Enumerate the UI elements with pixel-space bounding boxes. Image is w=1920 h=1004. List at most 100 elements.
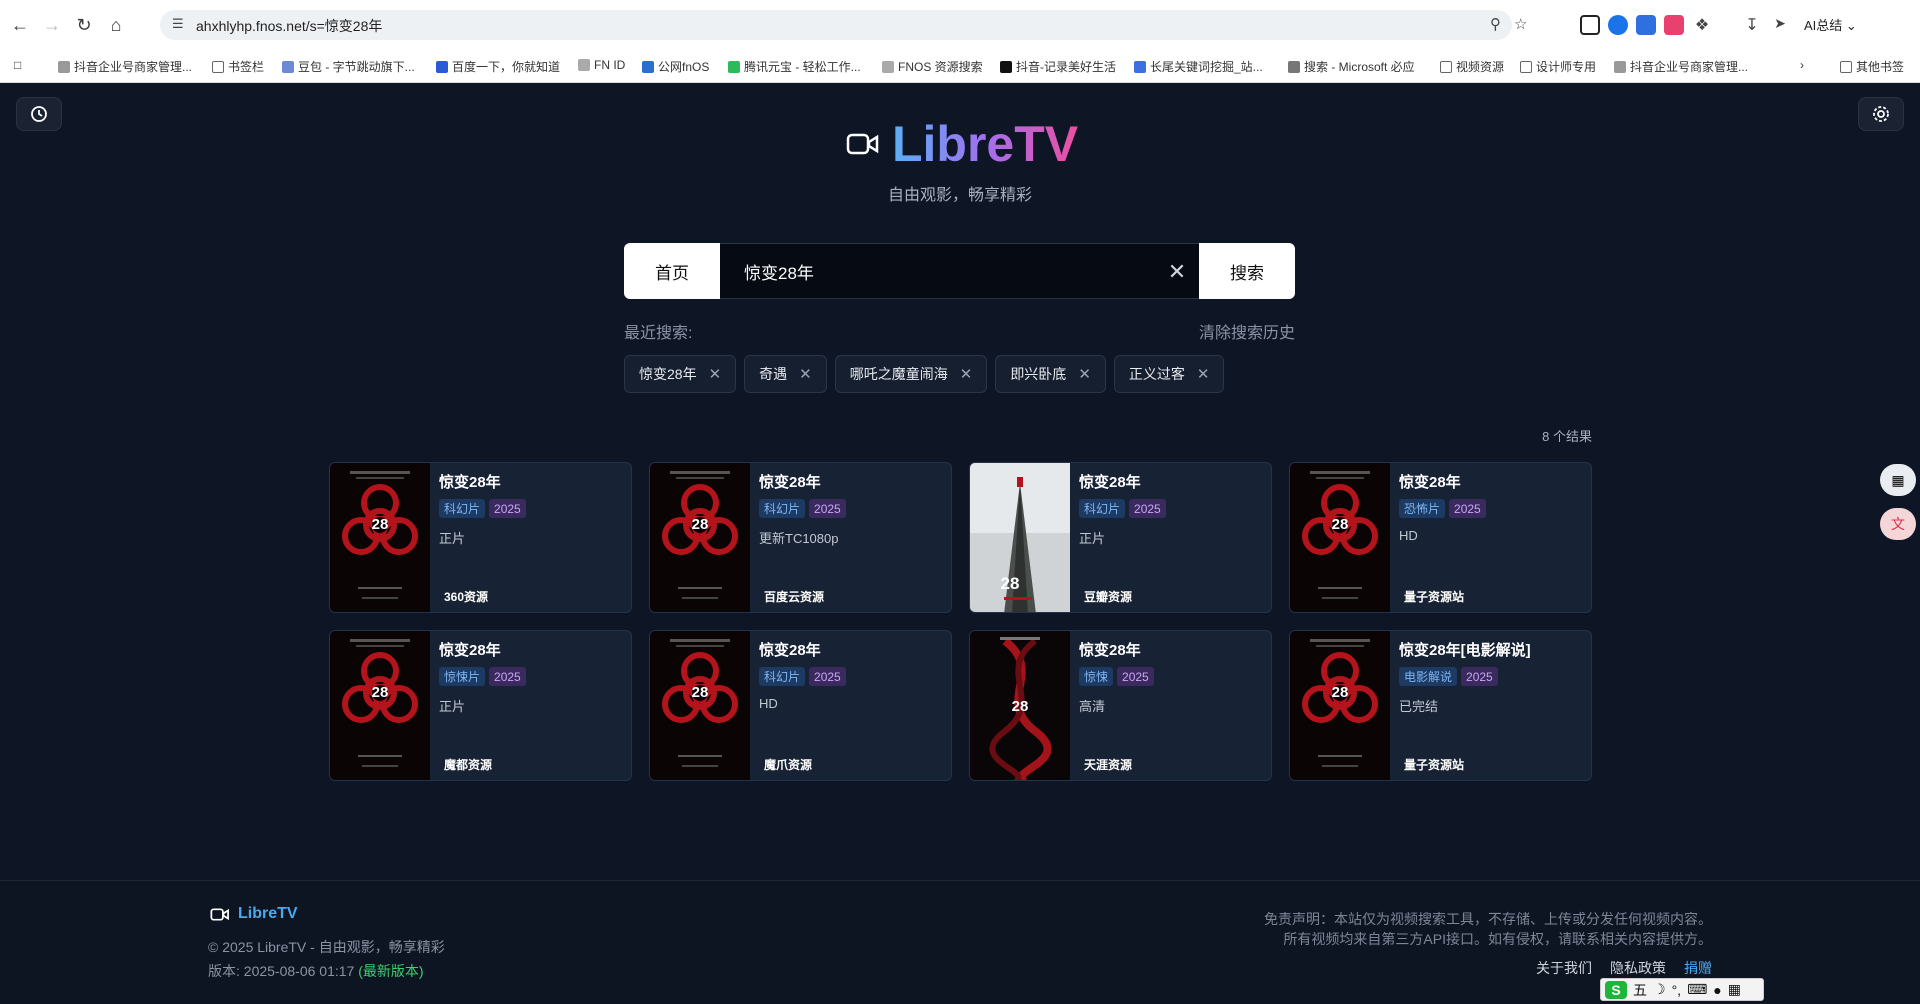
side-apps-icon[interactable]: ▦ bbox=[1880, 464, 1916, 496]
browser-chrome: ← → ↻ ⌂ ☰ ahxhlyhp.fnos.net/s=惊变28年 ⚲ ☆ … bbox=[0, 0, 1920, 83]
grid-icon: ▦ bbox=[1727, 981, 1741, 997]
other-bookmarks[interactable]: 其他书签 bbox=[1840, 58, 1904, 75]
site-info-icon[interactable]: ☰ bbox=[172, 16, 190, 34]
search-input[interactable] bbox=[720, 244, 1199, 298]
bookmark-item[interactable]: FNOS 资源搜索 bbox=[882, 58, 983, 75]
recent-search-tag[interactable]: 哪吒之魔童闹海 ✕ bbox=[834, 355, 988, 393]
card-status: 正片 bbox=[439, 531, 466, 546]
result-count: 8 个结果 bbox=[1542, 429, 1592, 444]
bookmarks-overflow-icon[interactable]: › bbox=[1800, 58, 1804, 72]
year-badge: 2025 bbox=[489, 499, 526, 518]
result-card[interactable]: 28 惊变28年 惊悚 2025 高清 天涯资源 bbox=[969, 630, 1272, 781]
genre-badge: 惊悚 bbox=[1079, 667, 1114, 686]
svg-text:28: 28 bbox=[372, 516, 389, 533]
history-clock-icon bbox=[31, 106, 47, 122]
card-badges: 科幻片 2025 bbox=[1079, 499, 1166, 518]
close-icon[interactable]: ✕ bbox=[709, 365, 722, 383]
result-card[interactable]: 28 惊变28年 科幻片 2025 正片 豆瓣资源 bbox=[969, 462, 1272, 613]
poster-image: 28 bbox=[970, 463, 1070, 612]
svg-text:28: 28 bbox=[1332, 684, 1349, 701]
bookmark-item[interactable]: 豆包 - 字节跳动旗下... bbox=[282, 58, 415, 75]
close-icon[interactable]: ✕ bbox=[960, 365, 973, 383]
home-icon[interactable]: ⌂ bbox=[104, 13, 128, 37]
page-main: LibreTV 自由观影，畅享精彩 首页 ✕ 搜索 最近搜索: 清除搜索历史 惊… bbox=[0, 83, 1920, 880]
result-card[interactable]: 28 惊变28年 恐怖片 2025 HD 量子资源站 bbox=[1289, 462, 1592, 613]
svg-text:28: 28 bbox=[1001, 574, 1020, 593]
settings-button[interactable] bbox=[1858, 97, 1904, 131]
download-icon[interactable]: ↧ bbox=[1742, 15, 1762, 35]
reload-icon[interactable]: ↻ bbox=[72, 13, 96, 37]
about-link[interactable]: 关于我们 bbox=[1536, 958, 1592, 978]
bookmark-item[interactable]: FN ID bbox=[578, 58, 625, 72]
clear-search-icon[interactable]: ✕ bbox=[1165, 259, 1189, 284]
location-icon[interactable]: ⚲ bbox=[1490, 15, 1501, 33]
genre-badge: 科幻片 bbox=[759, 499, 806, 518]
biohazard-poster-art: 28 bbox=[650, 631, 750, 780]
close-icon[interactable]: ✕ bbox=[1197, 365, 1210, 383]
biohazard-poster-art: 28 bbox=[1290, 463, 1390, 612]
extensions-puzzle-icon[interactable]: ❖ bbox=[1692, 15, 1712, 35]
address-bar[interactable]: ☰ ahxhlyhp.fnos.net/s=惊变28年 ⚲ ☆ bbox=[160, 10, 1527, 40]
home-button[interactable]: 首页 bbox=[624, 243, 720, 299]
card-status: HD bbox=[1399, 528, 1418, 543]
recent-search-tag[interactable]: 正义过客 ✕ bbox=[1113, 355, 1225, 393]
ai-summary-button[interactable]: AI总结 ⌄ bbox=[1804, 15, 1857, 34]
recent-search-tag[interactable]: 奇遇 ✕ bbox=[744, 355, 827, 393]
keyboard-icon: ⌨ bbox=[1687, 981, 1708, 997]
footer-logo[interactable]: LibreTV bbox=[210, 905, 298, 923]
card-status: 更新TC1080p bbox=[759, 531, 839, 546]
bookmark-item[interactable]: 腾讯元宝 - 轻松工作... bbox=[728, 58, 861, 75]
search-button[interactable]: 搜索 bbox=[1199, 243, 1295, 299]
extension-pink-icon[interactable] bbox=[1664, 15, 1684, 35]
bookmark-icon bbox=[436, 60, 448, 73]
recent-search-tag[interactable]: 即兴卧底 ✕ bbox=[995, 355, 1106, 393]
bookmarks-sidebar-icon[interactable]: □ bbox=[14, 58, 21, 72]
bookmark-item[interactable]: 百度一下，你就知道 bbox=[436, 58, 560, 75]
donate-link[interactable]: 捐赠 bbox=[1684, 958, 1712, 978]
bookmark-folder[interactable]: 视频资源 bbox=[1440, 58, 1504, 75]
bookmark-icon bbox=[578, 59, 590, 71]
bookmark-folder[interactable]: 设计师专用 bbox=[1520, 58, 1596, 75]
card-source: 百度云资源 bbox=[764, 590, 825, 604]
privacy-link[interactable]: 隐私政策 bbox=[1610, 958, 1666, 978]
poster-image: 28 bbox=[1290, 631, 1390, 780]
punctuation-icon: °, bbox=[1671, 981, 1682, 998]
side-translate-icon[interactable]: 文 bbox=[1880, 508, 1916, 540]
forward-icon[interactable]: → bbox=[40, 13, 64, 37]
qr-code-icon[interactable] bbox=[1580, 15, 1600, 35]
bookmark-icon bbox=[282, 60, 294, 73]
site-logo[interactable]: LibreTV bbox=[846, 115, 1078, 173]
recent-search-tag[interactable]: 惊变28年 ✕ bbox=[624, 355, 737, 393]
send-icon[interactable]: ➤ bbox=[1770, 15, 1790, 35]
ime-toolbar[interactable]: S 五 ☽ °, ⌨ ● ▦ bbox=[1600, 978, 1764, 1001]
extension-blue-icon[interactable] bbox=[1608, 15, 1628, 35]
result-card[interactable]: 28 惊变28年 科幻片 2025 更新TC1080p 百度云资源 bbox=[649, 462, 952, 613]
history-button[interactable] bbox=[16, 97, 62, 131]
result-card[interactable]: 28 惊变28年 惊悚片 2025 正片 魔都资源 bbox=[329, 630, 632, 781]
bookmark-item[interactable]: 搜索 - Microsoft 必应 bbox=[1288, 58, 1415, 75]
close-icon[interactable]: ✕ bbox=[1078, 365, 1091, 383]
bookmark-star-icon[interactable]: ☆ bbox=[1514, 15, 1527, 33]
url-text[interactable]: ahxhlyhp.fnos.net/s=惊变28年 bbox=[196, 16, 382, 36]
dna-poster-art: 28 bbox=[970, 631, 1070, 780]
bookmark-item[interactable]: 抖音-记录美好生活 bbox=[1000, 58, 1116, 75]
clear-history-link[interactable]: 清除搜索历史 bbox=[1199, 319, 1295, 343]
result-card[interactable]: 28 惊变28年 科幻片 2025 正片 360资源 bbox=[329, 462, 632, 613]
card-badges: 科幻片 2025 bbox=[759, 667, 846, 686]
close-icon[interactable]: ✕ bbox=[799, 365, 812, 383]
folder-icon bbox=[1440, 60, 1452, 73]
bookmark-item[interactable]: 抖音企业号商家管理... bbox=[1614, 58, 1748, 75]
bookmark-item[interactable]: 长尾关键词挖掘_站... bbox=[1134, 58, 1263, 75]
back-icon[interactable]: ← bbox=[8, 13, 32, 37]
result-card[interactable]: 28 惊变28年[电影解说] 电影解说 2025 已完结 量子资源站 bbox=[1289, 630, 1592, 781]
year-badge: 2025 bbox=[1117, 667, 1154, 686]
bookmark-item[interactable]: 公网fnOS bbox=[642, 58, 709, 75]
bookmark-folder[interactable]: 书签栏 bbox=[212, 58, 264, 75]
tag-label: 惊变28年 bbox=[639, 366, 697, 382]
result-card[interactable]: 28 惊变28年 科幻片 2025 HD 魔爪资源 bbox=[649, 630, 952, 781]
extension-check-icon[interactable] bbox=[1636, 15, 1656, 35]
bookmark-item[interactable]: 抖音企业号商家管理... bbox=[58, 58, 192, 75]
bookmark-icon bbox=[728, 60, 740, 73]
card-badges: 惊悚片 2025 bbox=[439, 667, 526, 686]
version-text: 版本: 2025-08-06 01:17 bbox=[208, 963, 359, 979]
